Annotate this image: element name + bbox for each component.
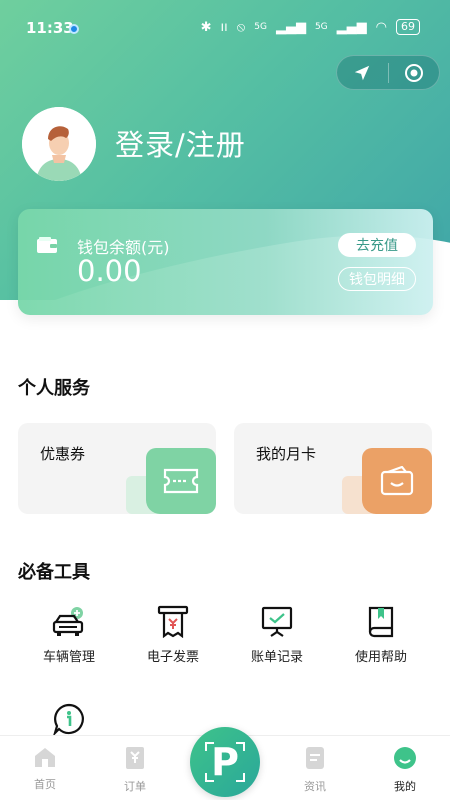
tool-usage-help-label: 使用帮助 <box>354 650 407 665</box>
tools-title: 必备工具 <box>18 562 90 583</box>
location-arrow-icon <box>355 65 370 80</box>
coupon-label: 优惠券 <box>40 445 86 463</box>
wallet-detail-button[interactable]: 钱包明细 <box>338 267 416 291</box>
coupon-card[interactable]: 优惠券 <box>18 423 216 514</box>
news-icon <box>306 747 324 769</box>
car-icon <box>52 607 84 636</box>
status-time: 11:33 <box>26 19 74 37</box>
home-icon <box>35 748 55 767</box>
wifi-icon: ◠ <box>375 19 387 35</box>
monthly-card[interactable]: 我的月卡 <box>234 423 432 514</box>
avatar[interactable] <box>22 107 96 181</box>
mute-icon: ⦸ <box>236 19 246 35</box>
help-book-icon <box>368 606 394 638</box>
tool-e-invoice-label: 电子发票 <box>146 650 199 665</box>
tab-orders-label: 订单 <box>124 780 146 793</box>
recharge-button[interactable]: 去充值 <box>338 233 416 257</box>
invoice-icon <box>157 605 189 638</box>
signal-bars-2-icon: ▂▄▆ <box>336 19 367 35</box>
tab-news-label: 资讯 <box>304 780 326 793</box>
coupon-icon-tile <box>146 448 216 514</box>
monthly-card-label: 我的月卡 <box>256 445 317 463</box>
tool-vehicle-management[interactable]: 车辆管理 <box>17 600 121 665</box>
bill-icon <box>261 606 293 637</box>
parking-center-button[interactable]: P <box>190 727 260 797</box>
signal-1-label: 5G <box>254 22 267 32</box>
signal-2-label: 5G <box>314 22 328 32</box>
wallet-card: 钱包余额(元) 0.00 去充值 钱包明细 <box>18 209 433 315</box>
tool-bill-records-label: 账单记录 <box>250 650 303 665</box>
avatar-person-icon <box>22 107 96 181</box>
tool-bill-records[interactable]: 账单记录 <box>225 600 329 665</box>
tab-profile[interactable]: 我的 <box>370 746 440 794</box>
status-bar: 11:33 ✱ ıı ⦸ 5G ▂▄▆ 5G ▂▄▆ ◠ 69 <box>0 0 450 58</box>
tab-news[interactable]: 资讯 <box>280 746 350 794</box>
login-register-link[interactable]: 登录/注册 <box>115 122 246 164</box>
tool-vehicle-management-label: 车辆管理 <box>42 650 95 665</box>
close-capsule-button[interactable] <box>389 56 440 89</box>
personal-services-title: 个人服务 <box>18 378 90 399</box>
bluetooth-icon: ✱ <box>200 19 212 35</box>
monthly-card-icon-tile <box>362 448 432 514</box>
profile-icon <box>394 747 416 769</box>
earbuds-icon: ıı <box>220 19 228 35</box>
tab-orders[interactable]: 订单 <box>100 746 170 794</box>
scan-frame-icon <box>205 742 245 782</box>
wallet-icon <box>37 237 57 253</box>
tab-home-label: 首页 <box>34 778 56 791</box>
coupon-icon <box>163 468 199 494</box>
signal-bars-1-icon: ▂▄▆ <box>275 19 306 35</box>
notification-dot-icon <box>69 24 79 34</box>
wallet-balance-amount: 0.00 <box>77 254 142 288</box>
tab-home[interactable]: 首页 <box>10 746 80 792</box>
tool-usage-help[interactable]: 使用帮助 <box>329 600 433 665</box>
order-icon <box>126 747 144 769</box>
target-icon <box>404 63 423 82</box>
battery-icon: 69 <box>396 19 420 35</box>
info-chat-icon <box>52 703 84 736</box>
status-icons: ✱ ıı ⦸ 5G ▂▄▆ 5G ▂▄▆ ◠ 69 <box>201 19 420 35</box>
location-button[interactable] <box>337 56 388 89</box>
tool-e-invoice[interactable]: 电子发票 <box>121 600 225 665</box>
card-wallet-icon <box>380 466 414 496</box>
tool-info[interactable] <box>17 698 121 736</box>
mini-program-capsule <box>336 55 440 90</box>
tab-profile-label: 我的 <box>394 780 416 793</box>
